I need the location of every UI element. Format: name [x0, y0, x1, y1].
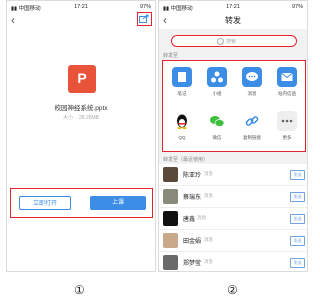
list-item[interactable]: 田金娟 消息 发送 — [159, 230, 307, 252]
target-label: 笔记 — [177, 91, 187, 96]
clock-text: 17:21 — [74, 4, 88, 10]
target-qq[interactable]: QQ — [165, 107, 199, 147]
contact-tag: 消息 — [204, 259, 213, 264]
search-icon — [217, 38, 224, 45]
file-name: 校园神经系统.pptx — [54, 105, 108, 112]
caption-2: ② — [227, 283, 238, 297]
start-class-button[interactable]: 上课 — [90, 196, 146, 210]
ppt-file-icon: P — [68, 65, 96, 93]
avatar — [163, 189, 178, 204]
screen-forward: ▮▮ 中国移动 17:21 97% ‹ 转发 搜索 转发至 笔记 小组 消息 站… — [158, 0, 308, 272]
avatar — [163, 211, 178, 226]
target-label: 微信 — [212, 135, 222, 140]
back-icon[interactable]: ‹ — [11, 14, 15, 26]
contact-name: 田金娟 — [183, 239, 202, 245]
avatar — [163, 255, 178, 270]
notes-icon — [172, 67, 192, 87]
file-size: 大小 28.26MB — [7, 114, 155, 121]
section-forward-label: 转发至 — [163, 53, 179, 59]
avatar — [163, 233, 178, 248]
list-item[interactable]: 郑梦莹 消息 发送 — [159, 252, 307, 271]
screen-file-preview: ▮▮ 中国移动 17:21 97% ‹ P 校园神经系统.pptx 大小 28.2… — [6, 0, 156, 272]
search-input[interactable]: 搜索 — [171, 35, 297, 47]
contact-name: 陈亚玲 — [183, 173, 202, 179]
target-wechat[interactable]: 微信 — [200, 107, 234, 147]
target-label: 消息 — [247, 91, 257, 96]
recent-contacts-list: 陈亚玲 消息 发送 蔡瑞东 消息 发送 唐鑫 消息 发送 田金娟 消息 发送 郑… — [159, 164, 307, 271]
send-button[interactable]: 发送 — [290, 170, 305, 180]
link-icon — [242, 111, 262, 131]
status-bar: ▮▮ 中国移动 17:21 97% — [7, 1, 155, 13]
contact-name: 唐鑫 — [183, 217, 196, 223]
ppt-icon-letter: P — [77, 70, 87, 86]
target-group[interactable]: 小组 — [200, 63, 234, 103]
mail-icon — [277, 67, 297, 87]
contact-tag: 消息 — [204, 171, 213, 176]
search-placeholder: 搜索 — [226, 38, 237, 45]
contact-name: 蔡瑞东 — [183, 195, 202, 201]
target-more[interactable]: 更多 — [270, 107, 304, 147]
caption-1: ① — [74, 283, 85, 297]
open-now-button[interactable]: 立即打开 — [19, 196, 71, 210]
contact-tag: 消息 — [204, 237, 213, 242]
wechat-icon — [207, 111, 227, 131]
target-label: 站内信函 — [278, 91, 296, 96]
qq-penguin-icon — [172, 111, 192, 131]
send-button[interactable]: 发送 — [290, 214, 305, 224]
contact-tag: 消息 — [197, 215, 206, 220]
list-item[interactable]: 陈亚玲 消息 发送 — [159, 164, 307, 186]
target-copy-link[interactable]: 复制链接 — [235, 107, 269, 147]
clock-text: 17:21 — [226, 4, 240, 10]
target-internal-mail[interactable]: 站内信函 — [270, 63, 304, 103]
forward-targets-grid: 笔记 小组 消息 站内信函 QQ 微信 复制链接 更多 — [162, 60, 306, 152]
avatar — [163, 167, 178, 182]
target-label: QQ — [178, 135, 186, 140]
list-item[interactable]: 唐鑫 消息 发送 — [159, 208, 307, 230]
action-buttons-highlight: 立即打开 上课 — [10, 188, 153, 218]
size-value: 28.26MB — [79, 115, 100, 121]
share-icon — [139, 14, 149, 23]
battery-text: 97% — [291, 4, 303, 10]
contact-name: 郑梦莹 — [183, 261, 202, 267]
send-button[interactable]: 发送 — [290, 192, 305, 202]
group-icon — [207, 67, 227, 87]
target-message[interactable]: 消息 — [235, 63, 269, 103]
target-notes[interactable]: 笔记 — [165, 63, 199, 103]
send-button[interactable]: 发送 — [290, 236, 305, 246]
share-button[interactable] — [137, 12, 152, 26]
section-recent-label: 转发至（最近使用） — [163, 157, 209, 163]
page-title: 转发 — [225, 16, 241, 25]
target-label: 更多 — [282, 135, 292, 140]
chat-bubble-icon — [242, 67, 262, 87]
target-label: 小组 — [212, 91, 222, 96]
list-item[interactable]: 蔡瑞东 消息 发送 — [159, 186, 307, 208]
target-label: 复制链接 — [243, 135, 261, 140]
more-dots-icon — [277, 111, 297, 131]
size-label: 大小 — [62, 115, 73, 121]
battery-text: 97% — [139, 4, 151, 10]
contact-tag: 消息 — [204, 193, 213, 198]
send-button[interactable]: 发送 — [290, 258, 305, 268]
